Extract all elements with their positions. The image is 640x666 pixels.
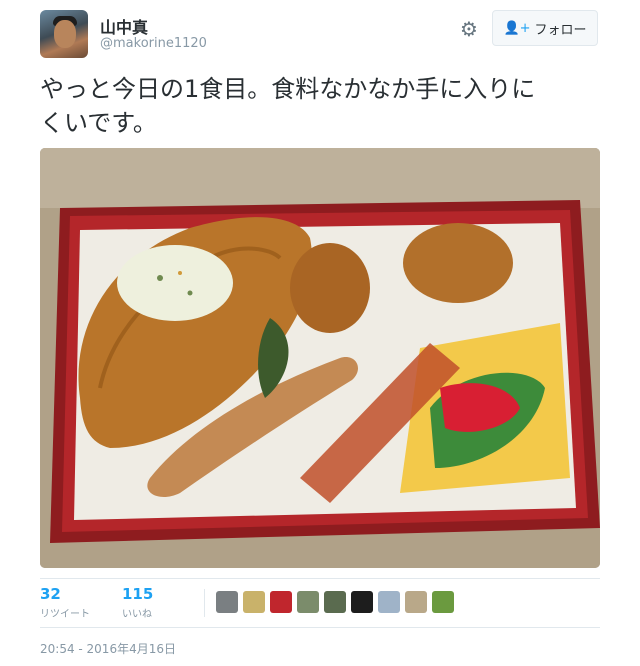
- tweet-text-line: やっと今日の1食目。食料なかなか手に入りに: [40, 75, 536, 103]
- like-label: いいね: [122, 609, 152, 620]
- liker-avatar[interactable]: [243, 591, 265, 613]
- retweet-stat[interactable]: 32 リツイート: [40, 585, 90, 620]
- liker-avatar[interactable]: [432, 591, 454, 613]
- tweet-stats: 32 リツイート 115 いいね: [40, 578, 600, 628]
- user-avatar[interactable]: [40, 10, 88, 58]
- stats-divider: [204, 589, 205, 617]
- bento-box-photo: [40, 148, 600, 568]
- user-display-name[interactable]: 山中真: [100, 14, 148, 38]
- liker-avatar[interactable]: [216, 591, 238, 613]
- follow-button[interactable]: 👤+ フォロー: [492, 10, 598, 46]
- liker-avatar[interactable]: [270, 591, 292, 613]
- retweet-count: 32: [40, 585, 61, 603]
- like-count: 115: [122, 585, 154, 603]
- add-user-icon: 👤+: [503, 20, 531, 36]
- liker-avatar[interactable]: [324, 591, 346, 613]
- user-handle[interactable]: @makorine1120: [100, 36, 207, 51]
- tweet-timestamp[interactable]: 20:54 - 2016年4月16日: [40, 640, 176, 657]
- tweet-header: 山中真 @makorine1120 ⚙ 👤+ フォロー: [40, 8, 600, 58]
- liker-avatar[interactable]: [378, 591, 400, 613]
- tweet-text-line: くいです。: [40, 109, 157, 137]
- follow-button-label: フォロー: [534, 22, 587, 38]
- retweet-label: リツイート: [40, 609, 90, 620]
- liker-avatars: [216, 591, 454, 613]
- liker-avatar[interactable]: [405, 591, 427, 613]
- liker-avatar[interactable]: [297, 591, 319, 613]
- gear-icon[interactable]: ⚙: [458, 18, 480, 40]
- liker-avatar[interactable]: [351, 591, 373, 613]
- like-stat[interactable]: 115 いいね: [122, 585, 153, 620]
- tweet-text: やっと今日の1食目。食料なかなか手に入りに くいです。: [40, 72, 600, 140]
- tweet-photo[interactable]: [40, 148, 600, 568]
